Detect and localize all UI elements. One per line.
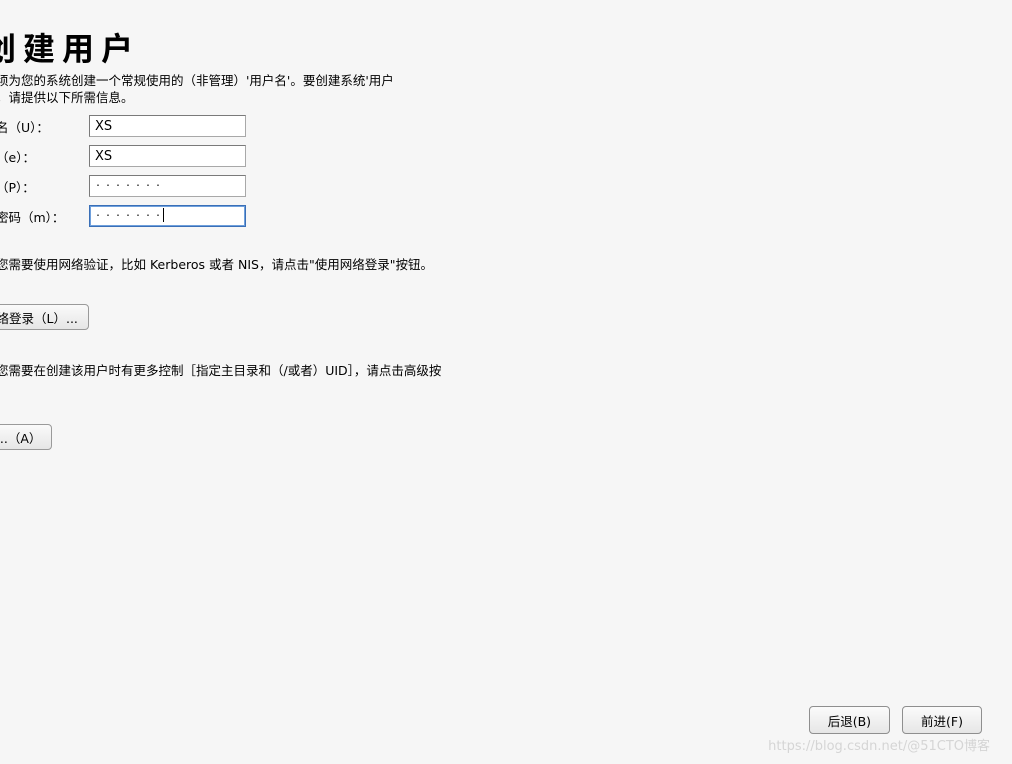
confirm-password-label: 密码（m）： [0,207,89,226]
fullname-label: （e）： [0,147,89,166]
back-button[interactable]: 后退(B) [809,706,890,734]
intro-line1: 须为您的系统创建一个常规使用的（非管理）'用户名'。要创建系统'用户 [0,73,394,88]
intro-text: 须为您的系统创建一个常规使用的（非管理）'用户名'。要创建系统'用户 ，请提供以… [0,73,394,107]
forward-button[interactable]: 前进(F) [902,706,982,734]
confirm-password-input[interactable]: ······· [89,205,246,227]
user-form: 名（U）： （e）： （P）： ······· 密码（m）： ······· [0,111,296,231]
advanced-note: 您需要在创建该用户时有更多控制［指定主目录和（/或者）UID］，请点击高级按 [0,362,441,380]
bottom-nav: 后退(B) 前进(F) [0,706,1012,734]
network-auth-note: 您需要使用网络验证，比如 Kerberos 或者 NIS，请点击"使用网络登录"… [0,256,433,274]
fullname-input[interactable] [89,145,246,167]
intro-line2: ，请提供以下所需信息。 [0,90,134,105]
advanced-button[interactable]: ......（A） [0,424,52,450]
password-input[interactable]: ······· [89,175,246,197]
text-cursor [163,208,164,222]
page-title: 创建用户 [0,24,140,70]
password-label: （P）： [0,177,89,196]
username-input[interactable] [89,115,246,137]
watermark: https://blog.csdn.net/@51CTO博客 [768,735,990,754]
network-login-button[interactable]: 网络登录（L）... [0,304,89,330]
username-label: 名（U）： [0,117,89,136]
